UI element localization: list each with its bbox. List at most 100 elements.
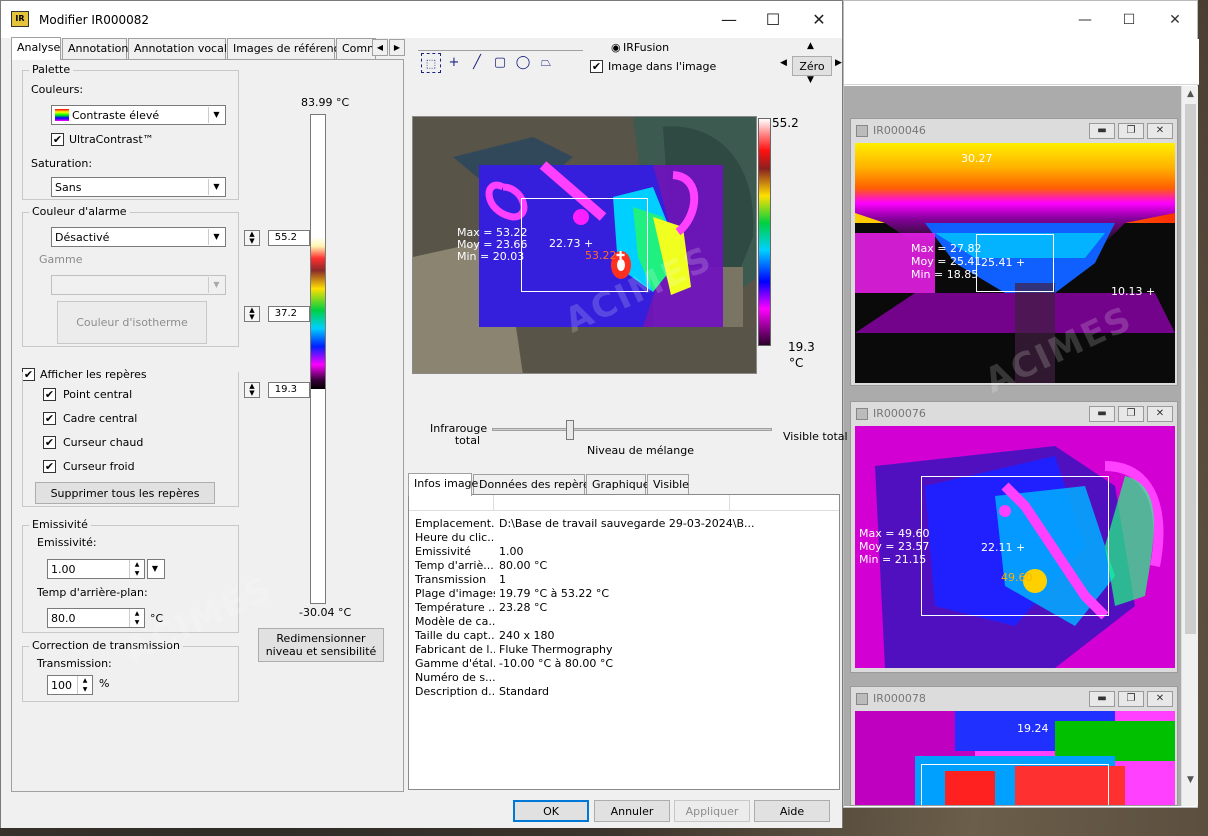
tab-images-reference[interactable]: Images de référence [227, 38, 346, 59]
vertical-scrollbar[interactable]: ▲ ▼ [1181, 86, 1198, 806]
center-box[interactable] [921, 764, 1109, 805]
center-point-label: Point central [63, 388, 133, 401]
scale-marker-high[interactable]: ▲ ▼ 55.2 [244, 230, 310, 246]
thermal-image[interactable]: 30.27 Max = 27.82 Moy = 25.41 Min = 18.8… [855, 143, 1175, 383]
thumbnail-titlebar[interactable]: IR000078 ▬ ❐ ✕ [851, 687, 1177, 711]
image-panel: ⬚ + ╱ ▢ ◯ ⏢ ◉ IRFusion ✔ Image dans l'im… [406, 38, 848, 792]
tab-annotations[interactable]: Annotations [62, 38, 134, 59]
thermal-image[interactable]: 19.24 [855, 711, 1175, 805]
transmission-input[interactable]: 100 ▲ ▼ [47, 675, 93, 695]
marker-mid-value[interactable]: 37.2 [268, 306, 310, 322]
column-divider[interactable] [729, 495, 730, 511]
restore-icon[interactable]: ❐ [1118, 691, 1144, 707]
thermal-image[interactable]: Max = 49.60 Moy = 23.57 Min = 21.15 22.1… [855, 426, 1175, 668]
colors-select[interactable]: Contraste élevé ▼ [51, 105, 226, 125]
close-button[interactable]: ✕ [797, 7, 841, 33]
minimize-icon[interactable]: ▬ [1089, 691, 1115, 707]
temperature-scale-bar[interactable] [310, 114, 326, 604]
irfusion-radio-icon[interactable]: ◉ [611, 41, 621, 54]
thumbnail-titlebar[interactable]: IR000046 ▬ ❐ ✕ [851, 119, 1177, 143]
maximize-button[interactable]: ☐ [751, 7, 795, 33]
info-value: 1.00 [499, 545, 524, 558]
ellipse-tool-icon[interactable]: ◯ [513, 53, 533, 73]
thumbnail-window-ir000078[interactable]: IR000078 ▬ ❐ ✕ 19.24 [850, 686, 1178, 806]
tab-graphique[interactable]: Graphique [586, 474, 650, 495]
restore-icon[interactable]: ❐ [1118, 123, 1144, 139]
tab-donnees-reperes[interactable]: Données des repères [473, 474, 595, 495]
emissivity-input[interactable]: 1.00 ▲ ▼ [47, 559, 145, 579]
isotherm-color-button[interactable]: Couleur d'isotherme [57, 301, 207, 344]
bg-maximize-button[interactable]: ☐ [1114, 9, 1144, 31]
close-icon[interactable]: ✕ [1147, 691, 1173, 707]
pip-checkbox[interactable]: ✔ [590, 60, 603, 73]
select-tool-icon[interactable]: ⬚ [421, 53, 441, 73]
apply-button[interactable]: Appliquer [674, 800, 750, 822]
thumbnail-window-ir000046[interactable]: IR000046 ▬ ❐ ✕ 30.27 Max = 27.82 Moy = 2… [850, 118, 1178, 386]
cold-cursor-checkbox[interactable]: ✔ [43, 460, 56, 473]
close-icon[interactable]: ✕ [1147, 123, 1173, 139]
colors-label: Couleurs: [31, 83, 84, 96]
bg-minimize-button[interactable]: — [1070, 9, 1100, 31]
hot-cursor-checkbox[interactable]: ✔ [43, 436, 56, 449]
main-thermal-image[interactable]: Max = 53.22 Moy = 23.66 Min = 20.03 22.7… [412, 116, 757, 374]
range-select[interactable]: ▼ [51, 275, 226, 295]
spinner-arrows-icon[interactable]: ▲ ▼ [129, 609, 144, 627]
tab-infos-image[interactable]: Infos image [408, 473, 478, 496]
center-point-checkbox[interactable]: ✔ [43, 388, 56, 401]
pan-up-icon[interactable]: ▲ [807, 41, 814, 51]
resize-level-button[interactable]: Redimensionner niveau et sensibilité [258, 628, 384, 662]
zero-button[interactable]: Zéro [792, 56, 832, 76]
pan-left-icon[interactable]: ◀ [780, 58, 787, 68]
dialog-titlebar[interactable]: IR Modifier IR000082 — ☐ ✕ [1, 1, 842, 38]
scale-marker-low[interactable]: ▲ ▼ 19.3 [244, 382, 310, 398]
line-tool-icon[interactable]: ╱ [467, 53, 487, 73]
thumbnail-window-ir000076[interactable]: IR000076 ▬ ❐ ✕ Max = 49.60 Moy = 23.57 M… [850, 401, 1178, 673]
thumbnail-titlebar[interactable]: IR000076 ▬ ❐ ✕ [851, 402, 1177, 426]
pan-right-icon[interactable]: ▶ [835, 58, 842, 68]
bg-close-button[interactable]: ✕ [1160, 9, 1190, 31]
tab-scroll-left[interactable]: ◀ [372, 39, 388, 56]
scale-marker-mid[interactable]: ▲ ▼ 37.2 [244, 306, 310, 322]
restore-icon[interactable]: ❐ [1118, 406, 1144, 422]
scroll-thumb[interactable] [1185, 104, 1196, 634]
minimize-icon[interactable]: ▬ [1089, 406, 1115, 422]
close-icon[interactable]: ✕ [1147, 406, 1173, 422]
cancel-button[interactable]: Annuler [594, 800, 670, 822]
minimize-button[interactable]: — [707, 7, 751, 33]
polygon-tool-icon[interactable]: ⏢ [536, 53, 556, 73]
tab-visible[interactable]: Visible [647, 474, 689, 495]
tab-commentaires[interactable]: Comm [336, 38, 376, 59]
alarm-select[interactable]: Désactivé ▼ [51, 227, 226, 247]
hot-cursor-icon[interactable]: ✚ [616, 250, 625, 262]
background-temp-input[interactable]: 80.0 ▲ ▼ [47, 608, 145, 628]
marker-arrows-icon[interactable]: ▲ ▼ [244, 382, 260, 398]
image-icon [856, 408, 868, 420]
minimize-icon[interactable]: ▬ [1089, 123, 1115, 139]
tab-analyse[interactable]: Analyse [11, 37, 61, 60]
marker-arrows-icon[interactable]: ▲ ▼ [244, 230, 260, 246]
tab-annotation-vocale[interactable]: Annotation vocale [128, 38, 234, 59]
emissivity-dropdown[interactable]: ▼ [147, 559, 165, 579]
marker-high-value[interactable]: 55.2 [268, 230, 310, 246]
help-button[interactable]: Aide [754, 800, 830, 822]
ultracontrast-checkbox[interactable]: ✔ [51, 133, 64, 146]
scroll-up-arrow[interactable]: ▲ [1182, 86, 1199, 103]
box-min: Min = 20.03 [457, 250, 525, 263]
spot-tool-icon[interactable]: + [444, 53, 464, 73]
pan-down-icon[interactable]: ▼ [807, 75, 814, 85]
blend-slider-thumb[interactable] [566, 420, 575, 440]
spinner-arrows-icon[interactable]: ▲ ▼ [77, 676, 92, 694]
center-box-checkbox[interactable]: ✔ [43, 412, 56, 425]
marker-arrows-icon[interactable]: ▲ ▼ [244, 306, 260, 322]
spinner-arrows-icon[interactable]: ▲ ▼ [129, 560, 144, 578]
saturation-select[interactable]: Sans ▼ [51, 177, 226, 197]
tab-scroll-right[interactable]: ▶ [389, 39, 405, 56]
column-divider[interactable] [493, 495, 494, 511]
marker-low-value[interactable]: 19.3 [268, 382, 310, 398]
ok-button[interactable]: OK [513, 800, 589, 822]
delete-markers-button[interactable]: Supprimer tous les repères [35, 482, 215, 504]
scroll-down-arrow[interactable]: ▼ [1182, 772, 1199, 789]
info-table-header [409, 495, 839, 511]
rectangle-tool-icon[interactable]: ▢ [490, 53, 510, 73]
blend-slider-track[interactable] [492, 428, 772, 431]
